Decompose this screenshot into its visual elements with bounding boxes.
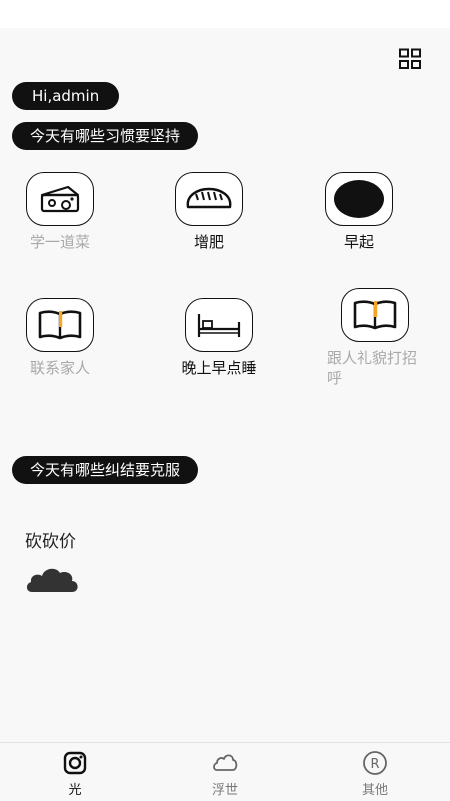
- habit-label: 增肥: [193, 233, 224, 251]
- tab-other[interactable]: R 其他: [300, 743, 450, 801]
- tab-label: 其他: [361, 783, 388, 798]
- grid-menu-icon[interactable]: [398, 48, 422, 70]
- habit-icon-button[interactable]: [26, 298, 94, 352]
- habit-item-sleep-early[interactable]: 晚上早点睡: [164, 298, 274, 378]
- habit-icon-button[interactable]: [26, 172, 94, 226]
- cheese-icon: [40, 185, 80, 213]
- habit-icon-button[interactable]: [185, 298, 253, 352]
- greeting-badge: Hi,admin: [12, 82, 120, 110]
- tab-floating-world[interactable]: 浮世: [150, 743, 300, 801]
- status-bar: [0, 0, 450, 28]
- bed-icon: [197, 314, 241, 337]
- habit-icon-button[interactable]: [175, 172, 243, 226]
- tab-label: 光: [68, 783, 82, 798]
- book-icon: [353, 300, 397, 330]
- habit-icon-button[interactable]: [341, 288, 409, 342]
- tab-light[interactable]: 光: [0, 743, 150, 801]
- black-circle-icon: [334, 180, 384, 218]
- habit-item-cook[interactable]: 学一道菜: [5, 172, 115, 252]
- habit-label: 学一道菜: [29, 233, 90, 251]
- registered-icon: R: [363, 751, 387, 775]
- habit-item-greet-politely[interactable]: 跟人礼貌打招呼: [320, 288, 430, 388]
- tab-label: 浮世: [211, 783, 238, 798]
- habit-label: 晚上早点睡: [181, 359, 257, 377]
- camera-icon: [63, 751, 87, 775]
- struggles-section-title: 今天有哪些纠结要克服: [12, 456, 199, 484]
- bread-icon: [186, 187, 232, 209]
- habit-icon-button[interactable]: [325, 172, 393, 226]
- habit-item-gain-weight[interactable]: 增肥: [154, 172, 264, 252]
- cloud-outline-icon: [213, 754, 238, 771]
- habit-item-wake-early[interactable]: 早起: [304, 172, 414, 252]
- habits-section-title: 今天有哪些习惯要坚持: [12, 122, 199, 150]
- book-icon: [38, 310, 82, 340]
- svg-text:R: R: [370, 757, 379, 772]
- habit-label: 跟人礼貌打招呼: [327, 349, 418, 387]
- cloud-icon[interactable]: [24, 564, 80, 594]
- habit-label: 早起: [343, 233, 374, 251]
- habit-label: 联系家人: [29, 359, 90, 377]
- bottom-tab-bar: 光 浮世 R 其他: [0, 742, 450, 801]
- habit-item-contact-family[interactable]: 联系家人: [5, 298, 115, 378]
- struggle-item-label[interactable]: 砍砍价: [25, 527, 76, 552]
